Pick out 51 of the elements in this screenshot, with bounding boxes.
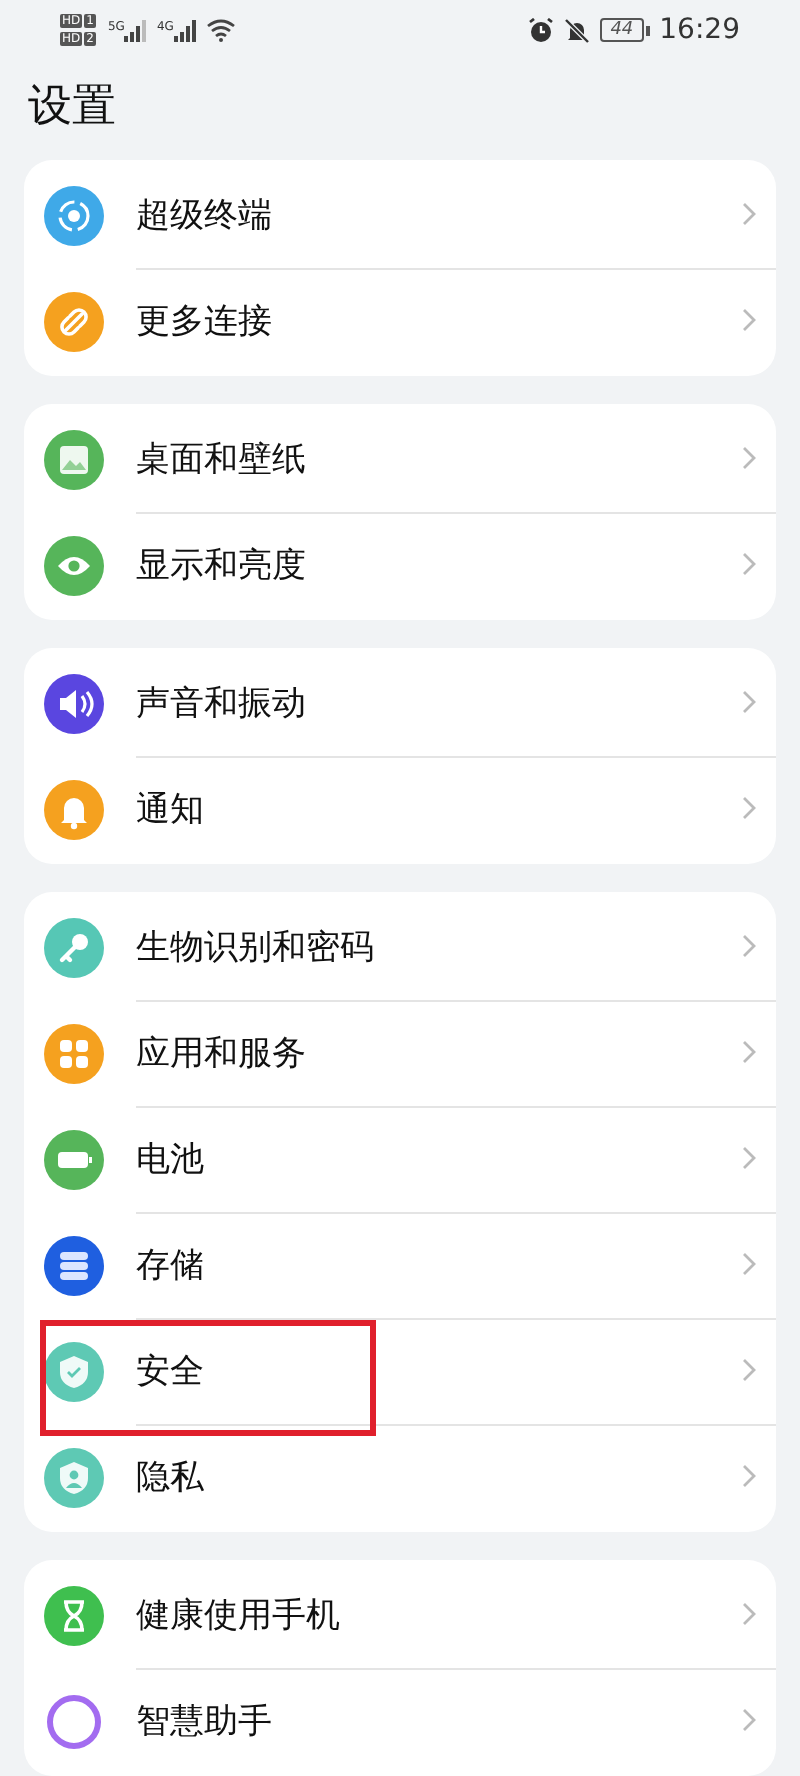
settings-item[interactable]: 生物识别和密码 — [24, 894, 776, 1000]
settings-item[interactable]: 隐私 — [24, 1424, 776, 1530]
chevron-icon — [742, 202, 756, 226]
chevron-icon — [742, 1464, 756, 1488]
signal-icon — [173, 19, 198, 41]
settings-item[interactable]: 智慧助手 — [24, 1668, 776, 1774]
chevron-icon — [742, 1252, 756, 1276]
chevron-icon — [742, 1602, 756, 1626]
settings-item[interactable]: 应用和服务 — [24, 1000, 776, 1106]
settings-item[interactable]: 健康使用手机 — [24, 1562, 776, 1668]
hourglass-icon — [44, 1585, 104, 1645]
settings-item[interactable]: 电池 — [24, 1106, 776, 1212]
settings-item[interactable]: 通知 — [24, 756, 776, 862]
settings-item[interactable]: 安全 — [24, 1318, 776, 1424]
target-icon — [44, 185, 104, 245]
settings-item[interactable]: 超级终端 — [24, 162, 776, 268]
settings-item[interactable]: 存储 — [24, 1212, 776, 1318]
chevron-icon — [742, 308, 756, 332]
bell-icon — [44, 779, 104, 839]
chevron-icon — [742, 690, 756, 714]
chevron-icon — [742, 1040, 756, 1064]
bell-off-icon — [564, 17, 591, 43]
wifi-icon — [205, 18, 236, 42]
chevron-icon — [742, 796, 756, 820]
battery-level: 44 — [600, 18, 644, 42]
shield-person-icon — [44, 1447, 104, 1507]
chevron-icon — [742, 552, 756, 576]
settings-item[interactable]: 更多连接 — [24, 268, 776, 374]
battery-tip-icon — [645, 25, 650, 35]
chevron-icon — [742, 446, 756, 470]
ring-icon — [44, 1691, 104, 1751]
eye-icon — [44, 535, 104, 595]
shield-icon — [44, 1341, 104, 1401]
settings-item[interactable]: 声音和振动 — [24, 650, 776, 756]
alarm-icon — [528, 17, 555, 43]
chevron-icon — [742, 934, 756, 958]
key-icon — [44, 917, 104, 977]
grid-icon — [44, 1023, 104, 1083]
chevron-icon — [742, 1146, 756, 1170]
settings-item[interactable]: 显示和亮度 — [24, 512, 776, 618]
image-icon — [44, 429, 104, 489]
clock-time: 16:29 — [659, 14, 740, 46]
battery-icon — [44, 1129, 104, 1189]
signal-icon — [124, 19, 149, 41]
chevron-icon — [742, 1708, 756, 1732]
chevron-icon — [742, 1358, 756, 1382]
speaker-icon — [44, 673, 104, 733]
storage-icon — [44, 1235, 104, 1295]
page-title: 设置 — [26, 80, 118, 136]
settings-item[interactable]: 桌面和壁纸 — [24, 406, 776, 512]
link-icon — [44, 291, 104, 351]
